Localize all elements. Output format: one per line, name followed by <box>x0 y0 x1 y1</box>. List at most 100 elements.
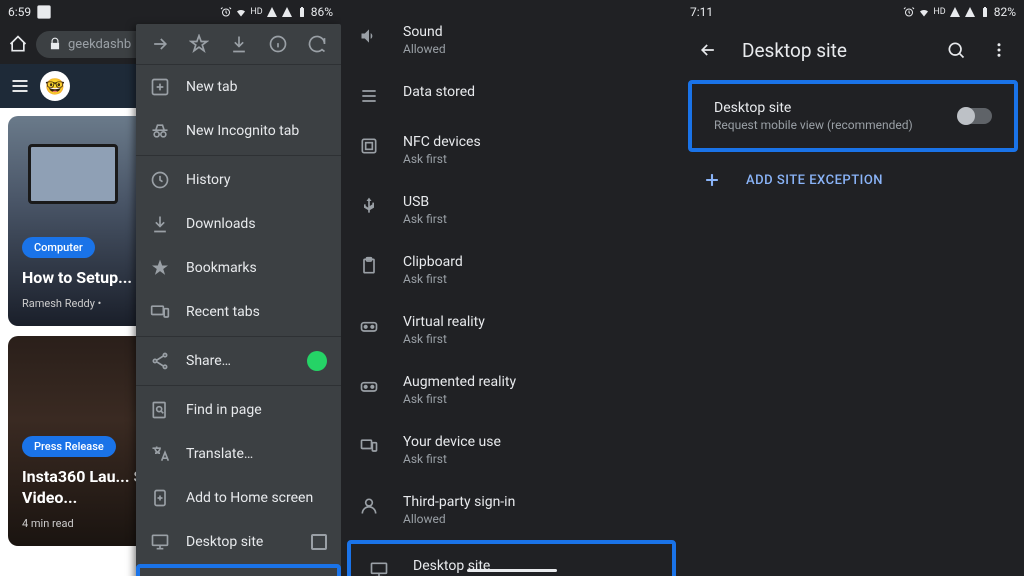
forward-arrow-icon[interactable] <box>150 34 170 54</box>
item-sub: Ask first <box>403 392 516 406</box>
item-title: Data stored <box>403 84 475 100</box>
incognito-icon <box>150 121 170 141</box>
item-title: USB <box>403 194 447 210</box>
menu-new-tab[interactable]: New tab <box>136 65 341 109</box>
menu-recent-tabs[interactable]: Recent tabs <box>136 290 341 334</box>
downloads-icon <box>150 214 170 234</box>
clipboard-icon <box>359 256 379 276</box>
settings-item-clipboard[interactable]: Clipboard Ask first <box>341 240 682 300</box>
plus-icon <box>702 170 722 190</box>
devices-icon <box>359 436 379 456</box>
highlight-annotation: Settings <box>136 564 341 576</box>
devices-icon <box>150 302 170 322</box>
menu-translate[interactable]: Translate… <box>136 432 341 476</box>
settings-item-vr[interactable]: Virtual reality Ask first <box>341 300 682 360</box>
ar-icon <box>359 376 379 396</box>
menu-label: New tab <box>186 79 237 95</box>
checkbox-empty[interactable] <box>311 534 327 550</box>
item-title: Sound <box>403 24 446 40</box>
history-icon <box>150 170 170 190</box>
wifi-icon <box>918 6 930 18</box>
item-title: Virtual reality <box>403 314 485 330</box>
info-icon[interactable] <box>268 34 288 54</box>
toggle-switch[interactable] <box>958 108 992 124</box>
status-bar: 7:11 HD 82% <box>682 0 1024 24</box>
menu-settings[interactable]: Settings <box>140 568 337 576</box>
star-filled-icon <box>150 258 170 278</box>
lock-icon <box>48 37 62 51</box>
alarm-icon <box>220 6 232 18</box>
desktop-icon <box>369 560 389 576</box>
signal-icon-2 <box>964 6 976 18</box>
add-site-exception[interactable]: ADD SITE EXCEPTION <box>682 156 1024 204</box>
add-home-icon <box>150 488 170 508</box>
item-sub: Ask first <box>403 212 447 226</box>
vr-icon <box>359 316 379 336</box>
settings-item-data[interactable]: Data stored <box>341 70 682 120</box>
plus-box-icon <box>150 77 170 97</box>
item-title: Third-party sign-in <box>403 494 515 510</box>
desktop-site-toggle-row[interactable]: Desktop site Request mobile view (recomm… <box>698 88 1008 144</box>
item-title: Augmented reality <box>403 374 516 390</box>
category-tag[interactable]: Press Release <box>22 436 116 457</box>
search-icon[interactable] <box>946 40 966 60</box>
battery-percent: 86% <box>311 5 333 19</box>
app-bar: Desktop site <box>682 24 1024 76</box>
menu-bookmarks[interactable]: Bookmarks <box>136 246 341 290</box>
find-icon <box>150 400 170 420</box>
menu-header <box>136 24 341 65</box>
download-icon[interactable] <box>229 34 249 54</box>
hamburger-icon[interactable] <box>10 76 30 96</box>
translate-icon <box>150 444 170 464</box>
wifi-icon <box>235 6 247 18</box>
menu-find[interactable]: Find in page <box>136 388 341 432</box>
item-sub: Ask first <box>403 452 501 466</box>
settings-item-sound[interactable]: SoundAllowed <box>341 10 682 70</box>
home-indicator[interactable] <box>467 569 557 572</box>
menu-share[interactable]: Share… <box>136 339 341 383</box>
menu-label: Desktop site <box>186 534 263 550</box>
settings-item-signin[interactable]: Third-party sign-inAllowed <box>341 480 682 540</box>
settings-item-usb[interactable]: USB Ask first <box>341 180 682 240</box>
highlight-annotation: Desktop site Request mobile view (recomm… <box>688 80 1018 152</box>
menu-add-home[interactable]: Add to Home screen <box>136 476 341 520</box>
refresh-icon[interactable] <box>307 34 327 54</box>
item-sub: Ask first <box>403 272 463 286</box>
back-arrow-icon[interactable] <box>698 40 718 60</box>
menu-label: Share… <box>186 353 231 369</box>
menu-desktop-site[interactable]: Desktop site <box>136 520 341 564</box>
toggle-title: Desktop site <box>714 100 913 116</box>
menu-label: Find in page <box>186 402 262 418</box>
star-icon[interactable] <box>189 34 209 54</box>
nfc-icon <box>359 136 379 156</box>
item-title: Your device use <box>403 434 501 450</box>
hd-indicator: HD <box>250 7 262 17</box>
item-title: Clipboard <box>403 254 463 270</box>
more-vert-icon[interactable] <box>990 40 1008 60</box>
site-logo[interactable]: 🤓 <box>40 71 70 101</box>
signal-icon <box>949 6 961 18</box>
settings-item-device-use[interactable]: Your device use Ask first <box>341 420 682 480</box>
battery-percent: 82% <box>994 5 1016 19</box>
toggle-sub: Request mobile view (recommended) <box>714 118 913 132</box>
category-tag[interactable]: Computer <box>22 237 95 258</box>
menu-label: Translate… <box>186 446 253 462</box>
status-time: 6:59 <box>8 5 31 19</box>
item-sub: Ask first <box>403 332 485 346</box>
whatsapp-icon <box>307 351 327 371</box>
menu-history[interactable]: History <box>136 158 341 202</box>
site-settings-list[interactable]: SoundAllowed Data stored NFC devicesAsk … <box>341 0 682 576</box>
status-bar: 6:59 HD 86% <box>0 0 341 24</box>
menu-label: History <box>186 172 231 188</box>
menu-downloads[interactable]: Downloads <box>136 202 341 246</box>
menu-incognito[interactable]: New Incognito tab <box>136 109 341 153</box>
menu-divider <box>136 155 341 156</box>
home-icon[interactable] <box>8 34 28 54</box>
settings-item-ar[interactable]: Augmented reality Ask first <box>341 360 682 420</box>
battery-icon <box>979 6 991 18</box>
url-text: geekdashb <box>68 37 131 52</box>
settings-item-nfc[interactable]: NFC devicesAsk first <box>341 120 682 180</box>
battery-icon <box>296 6 308 18</box>
alarm-icon <box>903 6 915 18</box>
item-sub: Ask first <box>403 152 481 166</box>
